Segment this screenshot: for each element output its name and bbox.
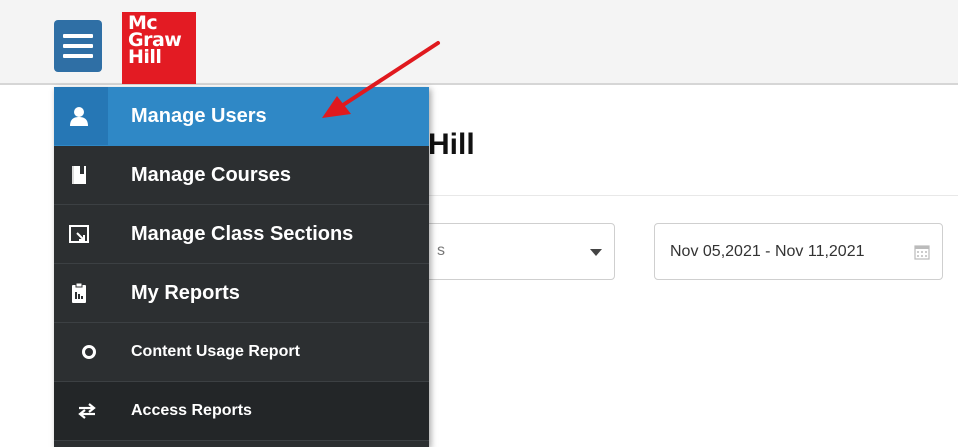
filter-select[interactable]: s bbox=[406, 223, 615, 280]
menu-item-manage-courses[interactable]: Manage Courses bbox=[54, 146, 429, 205]
hamburger-icon[interactable] bbox=[54, 20, 102, 72]
divider bbox=[428, 195, 958, 196]
menu-item-my-reports[interactable]: My Reports bbox=[54, 264, 429, 323]
menu-item-label: Manage Users bbox=[131, 104, 267, 127]
menu-item-manage-users[interactable]: Manage Users bbox=[54, 87, 429, 146]
chevron-down-icon bbox=[590, 249, 602, 256]
date-range-value: Nov 05,2021 - Nov 11,2021 bbox=[670, 243, 865, 260]
hamburger-line bbox=[63, 54, 93, 58]
menu-item-label: My Reports bbox=[131, 281, 240, 304]
side-menu: Manage Users Manage Courses Manage Class… bbox=[54, 87, 429, 447]
hamburger-line bbox=[63, 44, 93, 48]
user-icon bbox=[68, 105, 90, 127]
select-value: s bbox=[437, 242, 445, 259]
clipboard-report-icon bbox=[68, 282, 90, 304]
menu-item-access-reports[interactable]: Access Reports bbox=[54, 382, 429, 441]
menu-item-manage-class-sections[interactable]: Manage Class Sections bbox=[54, 205, 429, 264]
calendar-icon[interactable] bbox=[914, 244, 930, 260]
mcgraw-hill-logo[interactable]: Mc Graw Hill bbox=[122, 12, 196, 84]
menu-item-label: Access Reports bbox=[131, 402, 252, 419]
ring-icon bbox=[78, 341, 100, 363]
menu-item-label: Manage Class Sections bbox=[131, 222, 354, 245]
menu-item-label: Content Usage Report bbox=[131, 343, 300, 360]
menu-item-label: Manage Courses bbox=[131, 163, 292, 186]
book-icon bbox=[68, 164, 90, 186]
hamburger-line bbox=[63, 34, 93, 38]
section-icon bbox=[68, 223, 90, 245]
page-title: Hill bbox=[428, 128, 475, 161]
logo-line: Hill bbox=[128, 46, 162, 68]
exchange-arrows-icon bbox=[76, 400, 98, 422]
top-bar: Mc Graw Hill bbox=[0, 0, 958, 85]
menu-item-content-usage-report[interactable]: Content Usage Report bbox=[54, 323, 429, 382]
date-range-picker[interactable]: Nov 05,2021 - Nov 11,2021 bbox=[654, 223, 943, 280]
